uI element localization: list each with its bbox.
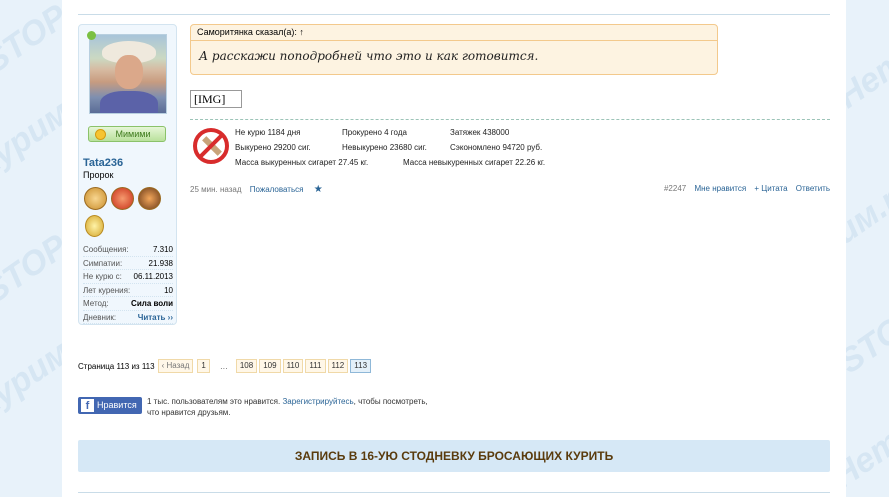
- stat-row: Лет курения: 10: [83, 284, 173, 297]
- stat-row: Сообщения: 7.310: [83, 243, 173, 257]
- signup-banner[interactable]: ЗАПИСЬ В 16-УЮ СТОДНЕВКУ БРОСАЮЩИХ КУРИТ…: [78, 440, 830, 472]
- prev-page-button[interactable]: ‹ Назад: [157, 359, 194, 373]
- stat-row: Метод: Сила воли: [83, 297, 173, 311]
- online-status-icon: [87, 31, 96, 40]
- medal-icon[interactable]: [85, 215, 104, 237]
- facebook-like-label: Нравится: [97, 400, 137, 410]
- user-title: Пророк: [83, 170, 114, 180]
- award-badge-icon[interactable]: [111, 187, 134, 210]
- signature-divider: [190, 119, 830, 120]
- sig-mass-unsmoked: Масса невыкуренных сигарет 22.26 кг.: [403, 158, 546, 167]
- avatar[interactable]: [89, 34, 167, 114]
- no-smoking-icon: [193, 128, 229, 164]
- quote-text: А расскажи поподробней что это и как гот…: [199, 49, 539, 63]
- post-number[interactable]: #2247: [664, 184, 686, 193]
- star-icon[interactable]: ★: [314, 184, 323, 195]
- facebook-like-button[interactable]: f Нравится: [78, 397, 142, 414]
- divider: [78, 492, 830, 493]
- reply-link[interactable]: Ответить: [796, 184, 830, 193]
- post-footer-right: #2247 Мне нравится + Цитата Ответить: [664, 184, 830, 193]
- user-stats: Сообщения: 7.310 Симпатии: 21.938 Не курю …: [83, 243, 173, 324]
- stat-row: Не курю с: 06.11.2013: [83, 270, 173, 284]
- sig-puffs: Затяжек 438000: [450, 128, 510, 137]
- sig-no-smoke-days: Не курю 1184 дня: [235, 128, 301, 137]
- page-link[interactable]: 109: [259, 359, 281, 373]
- facebook-icon: f: [81, 399, 94, 412]
- divider: [78, 14, 830, 15]
- stat-row: Симпатии: 21.938: [83, 257, 173, 270]
- page-link[interactable]: 111: [305, 359, 326, 373]
- post-footer-left: 25 мин. назад Пожаловаться ★: [190, 184, 323, 195]
- pagination: Страница 113 из 113 ‹ Назад 1 … 108 109 …: [78, 359, 373, 373]
- pagination-label: Страница 113 из 113: [78, 361, 155, 371]
- pagination-ellipsis[interactable]: …: [220, 362, 228, 371]
- page-content: Мимими Tata236 Пророк Сообщения: 7.310 Си…: [62, 0, 846, 497]
- image-placeholder: [IMG]: [190, 90, 242, 108]
- page-link[interactable]: 110: [282, 359, 304, 373]
- page-link[interactable]: 112: [327, 359, 349, 373]
- award-badge-icon[interactable]: [84, 187, 107, 210]
- sig-unsmoked: Невыкурено 23680 сиг.: [342, 143, 427, 152]
- sig-saved: Сэкономлено 94720 руб.: [450, 143, 543, 152]
- like-link[interactable]: Мне нравится: [694, 184, 746, 193]
- username[interactable]: Tata236: [83, 157, 123, 169]
- quote-block: Саморитянка сказал(а): ↑ А расскажи попо…: [190, 24, 718, 75]
- register-link[interactable]: Зарегистрируйтесь: [282, 397, 353, 406]
- report-link[interactable]: Пожаловаться: [250, 185, 304, 194]
- sig-mass-smoked: Масса выкуренных сигарет 27.45 кг.: [235, 158, 369, 167]
- award-badge-icon[interactable]: [138, 187, 161, 210]
- stat-row: Дневник: Читать ››: [83, 311, 173, 324]
- mood-button[interactable]: Мимими: [88, 126, 166, 142]
- user-card: Мимими Tata236 Пророк Сообщения: 7.310 Си…: [78, 24, 177, 325]
- post-time: 25 мин. назад: [190, 185, 242, 194]
- smiley-icon: [95, 129, 106, 140]
- mood-label: Мимими: [115, 129, 151, 139]
- quote-header[interactable]: Саморитянка сказал(а): ↑: [191, 25, 717, 41]
- page-link[interactable]: 1: [197, 359, 210, 373]
- quote-link[interactable]: + Цитата: [754, 184, 787, 193]
- sig-smoked-count: Выкурено 29200 сиг.: [235, 143, 311, 152]
- sig-smoked-years: Прокурено 4 года: [342, 128, 407, 137]
- current-page: 113: [350, 359, 372, 373]
- page-link[interactable]: 108: [235, 359, 258, 373]
- diary-link[interactable]: Читать ››: [138, 311, 173, 324]
- facebook-like-text: 1 тыс. пользователям это нравится. Зарег…: [147, 397, 428, 417]
